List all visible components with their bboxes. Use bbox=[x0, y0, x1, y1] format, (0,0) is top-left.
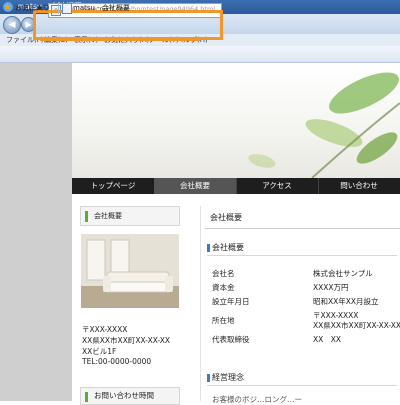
nav-top-page[interactable]: トップページ bbox=[72, 178, 155, 194]
philosophy-text: お客様のボジ…ロング…ー bbox=[212, 395, 302, 404]
info-label-founded: 設立年月日 bbox=[212, 297, 250, 306]
info-value-capital: XXXX万円 bbox=[313, 283, 349, 292]
sidebar-address: XX県XX市XX町XX-XX-XX bbox=[82, 336, 171, 345]
back-button[interactable]: ◀ bbox=[3, 16, 21, 34]
sidebar-contact-label: お問い合わせ時間 bbox=[94, 391, 154, 400]
section-marker bbox=[207, 244, 210, 252]
info-label-location: 所在地 bbox=[212, 316, 235, 325]
sofa-illustration bbox=[81, 234, 179, 308]
nav-company-profile[interactable]: 会社概要 bbox=[154, 178, 237, 194]
info-value-address: XX県XX市XX町XX-XX-XX bbox=[313, 321, 400, 330]
favorites-star-icon[interactable]: ★ bbox=[3, 2, 12, 13]
main-tab-title: 会社概要 bbox=[210, 213, 242, 222]
section-title-philosophy: 経営理念 bbox=[212, 373, 244, 382]
info-label-company-name: 会社名 bbox=[212, 269, 235, 278]
section-title-company: 会社概要 bbox=[212, 243, 244, 252]
sidebar-postal-code: 〒XXX-XXXX bbox=[82, 325, 128, 334]
browser-tab[interactable]: matsu - 会社概要 bbox=[73, 3, 130, 13]
nav-access[interactable]: アクセス bbox=[236, 178, 319, 194]
page-left-margin bbox=[0, 63, 72, 401]
info-value-founded: 昭和XX年XX月設立 bbox=[313, 297, 379, 306]
favorites-button[interactable]: お気に入り bbox=[15, 3, 50, 13]
sidebar-accent-bar bbox=[85, 211, 88, 222]
section-divider bbox=[207, 255, 397, 256]
column-divider bbox=[200, 206, 201, 401]
section-marker bbox=[207, 374, 210, 382]
sidebar-building: XXビル1F bbox=[82, 347, 117, 356]
info-label-capital: 資本金 bbox=[212, 283, 235, 292]
nav-contact[interactable]: 問い合わせ bbox=[318, 178, 400, 194]
sidebar-phone: TEL:00-0000-0000 bbox=[82, 357, 152, 366]
info-label-representative: 代表取締役 bbox=[212, 335, 250, 344]
tab-page-icon bbox=[62, 3, 72, 14]
favorites-bar bbox=[0, 46, 400, 63]
toolbar-separator bbox=[58, 2, 59, 14]
info-value-representative: XX XX bbox=[313, 335, 342, 344]
address-highlight-box bbox=[33, 10, 223, 40]
section-divider bbox=[207, 385, 397, 386]
hero-image bbox=[72, 63, 400, 178]
leaf-illustration bbox=[248, 72, 400, 178]
room-photo bbox=[81, 234, 179, 308]
info-value-company-name: 株式会社サンプル bbox=[313, 269, 373, 278]
sidebar-section-label[interactable]: 会社概要 bbox=[94, 211, 122, 221]
site-navigation: トップページ 会社概要 アクセス 問い合わせ bbox=[72, 178, 400, 194]
annotation-line bbox=[40, 40, 200, 41]
